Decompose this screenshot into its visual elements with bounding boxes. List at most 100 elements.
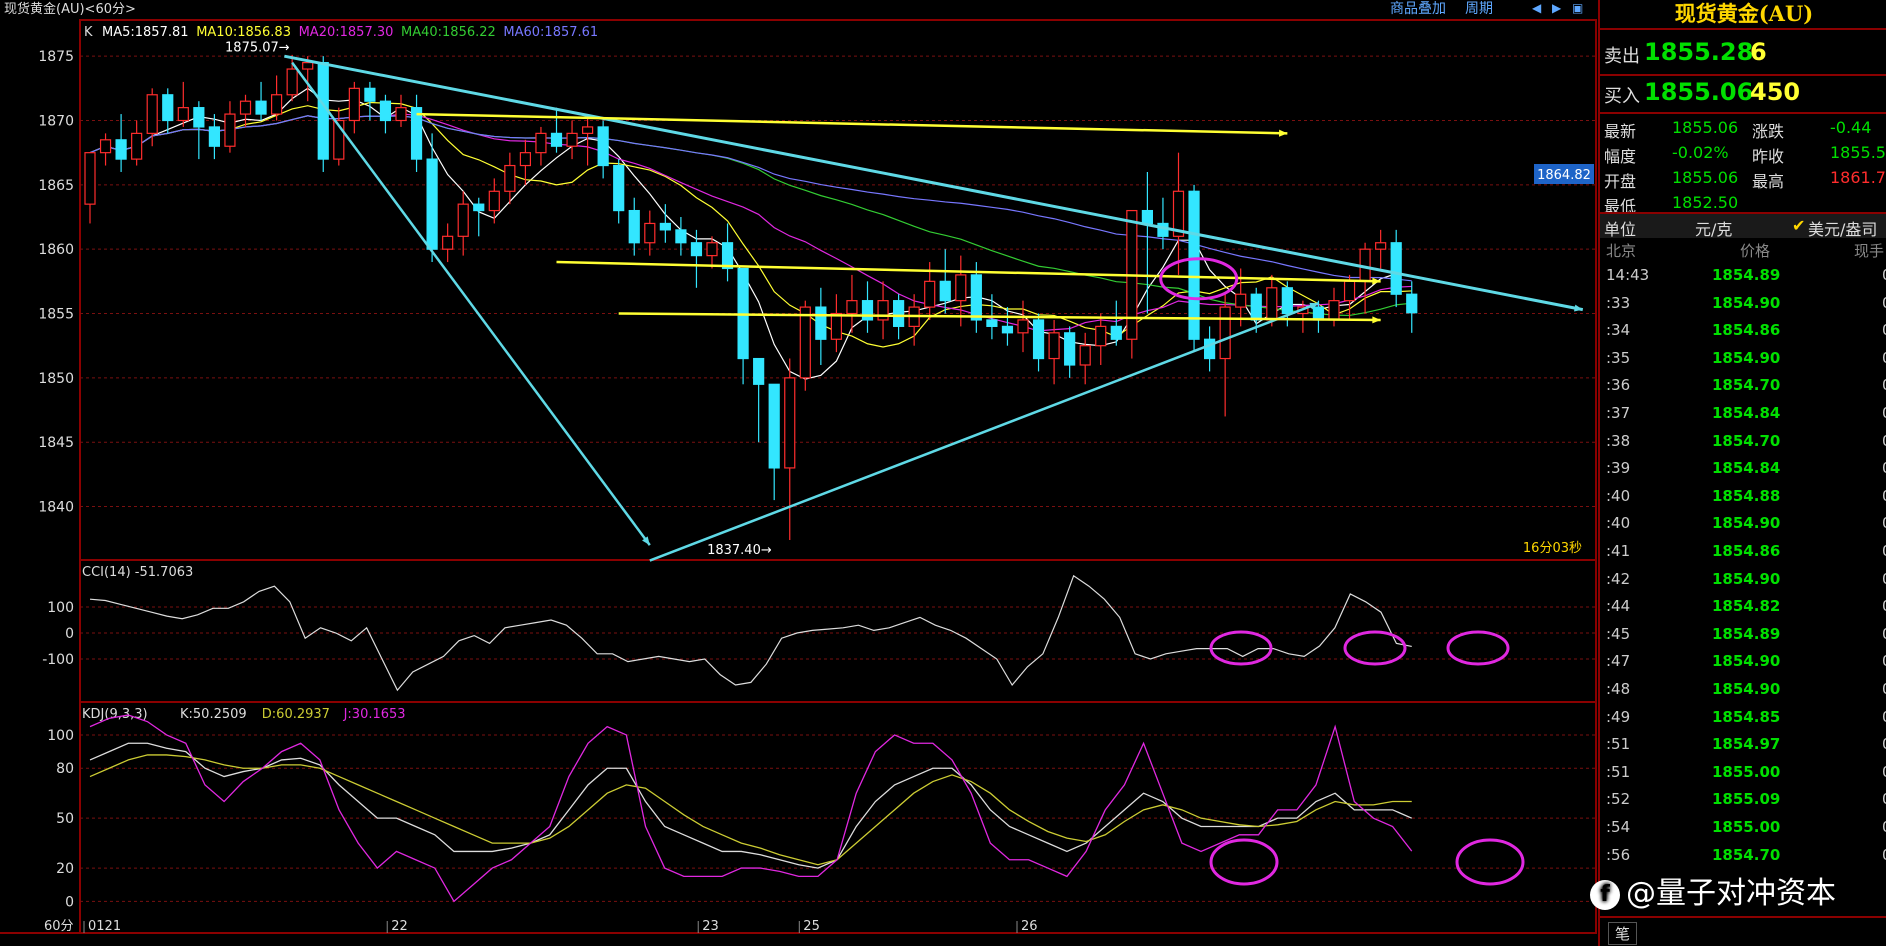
tick-row[interactable]: :42 1854.90 0 [1600, 570, 1886, 597]
tick-row[interactable]: :44 1854.82 0 [1600, 597, 1886, 624]
candle-body [1032, 319, 1045, 360]
stat-row: 开盘 1855.06 最高 1861.76 [1600, 166, 1886, 191]
tick-price: 1854.88 [1712, 486, 1781, 505]
stat-value: -0.02% [1672, 143, 1729, 162]
candle-body [1001, 325, 1014, 334]
y-tick-label: 1875 [38, 49, 74, 65]
candle-body [1328, 300, 1340, 321]
tick-price: 1854.90 [1712, 652, 1781, 671]
tick-volume: 0 [1882, 459, 1886, 477]
kdj-line-K [89, 742, 1413, 869]
tick-row[interactable]: :33 1854.90 0 [1600, 294, 1886, 321]
candle-body [799, 306, 811, 379]
toolbar-icon: ◀ [1532, 1, 1542, 15]
candle-body [457, 203, 469, 237]
candle-body [768, 383, 780, 469]
tick-time: :47 [1606, 652, 1631, 671]
tick-row[interactable]: :48 1854.90 0 [1600, 680, 1886, 707]
tick-price: 1854.90 [1712, 680, 1781, 698]
tick-price: 1854.90 [1712, 569, 1781, 588]
candle-body [271, 94, 283, 115]
candle-body [1250, 293, 1262, 321]
candle-body [255, 100, 267, 115]
y-tick-label: 1845 [38, 435, 74, 451]
tick-row[interactable]: :47 1854.90 0 [1600, 652, 1886, 679]
tick-volume: 0 [1882, 790, 1886, 808]
buy-qty: 450 [1750, 78, 1801, 106]
tick-row[interactable]: :54 1855.00 0 [1600, 818, 1886, 845]
candle-body [861, 300, 874, 321]
tick-volume: 0 [1882, 349, 1886, 367]
unit-alt[interactable]: 美元/盎司 [1808, 216, 1877, 240]
tick-row[interactable]: :51 1854.97 0 [1600, 735, 1886, 762]
tick-row[interactable]: :40 1854.90 0 [1600, 514, 1886, 541]
candle-body [146, 94, 158, 134]
stat-label: 开盘 [1604, 172, 1637, 191]
time-axis-label: 0121 [88, 919, 121, 934]
candle-body [1312, 306, 1325, 321]
tab-bi[interactable]: 笔 [1608, 922, 1638, 945]
tick-row[interactable]: :45 1854.89 0 [1600, 625, 1886, 652]
stat-label: 最高 [1752, 172, 1785, 191]
price-annotation: 1875.07→ [225, 40, 290, 55]
tick-volume: 0 [1882, 680, 1886, 698]
tick-volume: 0 [1882, 763, 1886, 781]
tick-volume: 0 [1882, 597, 1886, 615]
last-price-tag-text: 1864.82 [1537, 168, 1591, 183]
stat-value: 1855.06 [1672, 168, 1739, 187]
overlay-link: 商品叠加 [1390, 1, 1446, 17]
tick-volume: 0 [1882, 818, 1886, 836]
unit-value: 元/克 [1695, 220, 1733, 239]
tick-row[interactable]: :41 1854.86 0 [1600, 542, 1886, 569]
plot-frame [79, 19, 1597, 934]
tick-row[interactable]: :37 1854.84 0 [1600, 404, 1886, 431]
tick-row[interactable]: :51 1855.00 0 [1600, 763, 1886, 790]
candle-body [986, 319, 998, 327]
level-line-lower-arrow [1372, 316, 1381, 324]
chart-area[interactable]: 现货黄金(AU)<60分> 商品叠加 周期 ◀ ▶ ▣ 1840 1845 1850 1855 18… [0, 0, 1598, 946]
tick-time: :41 [1606, 542, 1631, 560]
tick-header-volume: 现手 [1854, 242, 1885, 260]
kdj-y-tick-label: 50 [56, 811, 74, 827]
tick-row[interactable]: :34 1854.86 0 [1600, 321, 1886, 348]
tick-row[interactable]: :36 1854.70 0 [1600, 376, 1886, 403]
tick-row[interactable]: :38 1854.70 0 [1600, 432, 1886, 459]
time-axis-label: 25 [803, 919, 820, 934]
candle-body [550, 132, 563, 147]
cci-y-tick-label: 0 [65, 626, 74, 642]
tick-row[interactable]: 14:43 1854.89 0 [1600, 266, 1886, 293]
stat-label: 昨收 [1752, 147, 1785, 166]
tick-row[interactable]: :40 1854.88 0 [1600, 487, 1886, 514]
toolbar-icon: ▣ [1572, 1, 1583, 15]
countdown: 16分03秒 [1523, 541, 1582, 556]
window-title: 现货黄金(AU)<60分> [4, 1, 136, 17]
tick-time: :45 [1606, 624, 1631, 643]
candle-body [924, 280, 936, 308]
kdj-y-tick-label: 80 [56, 761, 74, 777]
sell-row[interactable]: 卖出 1855.28 6 [1600, 36, 1886, 72]
candle-body [379, 100, 392, 122]
tick-row[interactable]: :39 1854.84 0 [1600, 459, 1886, 486]
candle-body [1048, 332, 1060, 360]
unit-label: 单位 [1604, 220, 1637, 239]
candle-body [939, 280, 951, 302]
stat-value: 1861.76 [1830, 168, 1886, 187]
tick-time: :36 [1606, 376, 1631, 395]
tick-row[interactable]: :52 1855.09 0 [1600, 790, 1886, 817]
candle-body [1219, 306, 1231, 360]
candle-body [753, 357, 765, 385]
candle-body [162, 94, 174, 122]
buy-row[interactable]: 买入 1855.06 450 [1600, 76, 1886, 112]
tick-price: 1854.82 [1712, 597, 1781, 616]
candle-body [1188, 190, 1200, 340]
resistance-line-arrow [1278, 129, 1288, 137]
tick-volume: 0 [1882, 376, 1886, 394]
tick-row[interactable]: :49 1854.85 0 [1600, 708, 1886, 735]
unit-alt-check-icon[interactable]: ✔ [1792, 216, 1805, 235]
tick-row[interactable]: :35 1854.90 0 [1600, 349, 1886, 376]
candle-body [830, 312, 843, 340]
y-tick-label: 1870 [38, 114, 74, 130]
kdj-legend-item: J:30.1653 [343, 707, 406, 722]
stat-value: -0.44 [1830, 118, 1872, 137]
candle-body [99, 139, 112, 154]
